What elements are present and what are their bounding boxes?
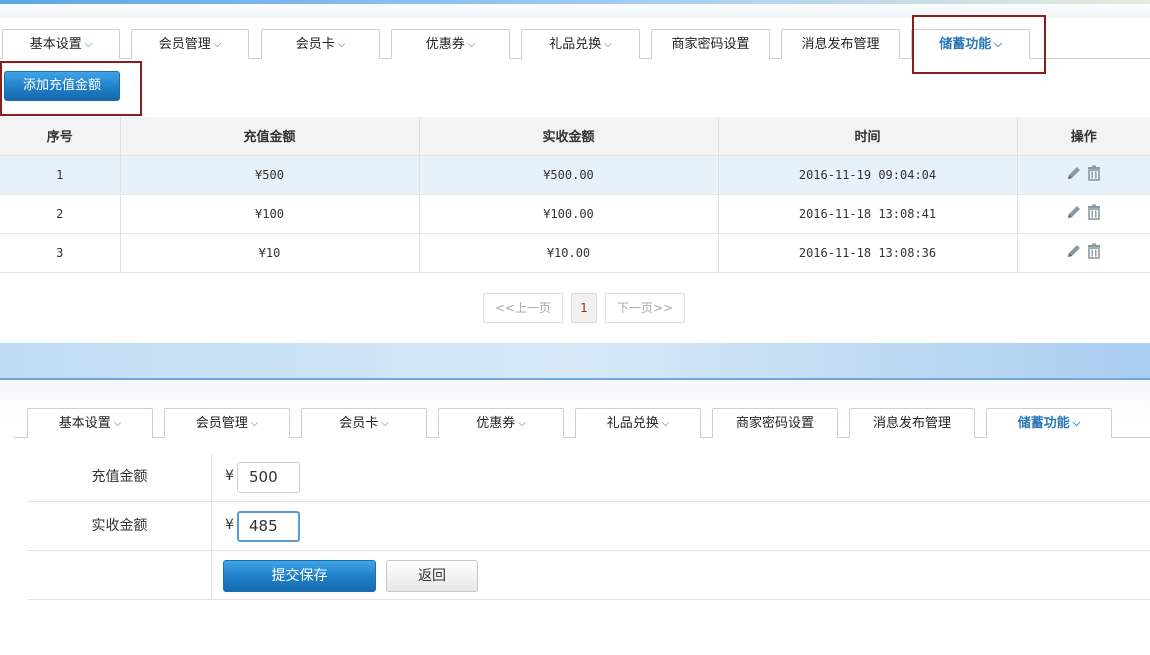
chevron-down-icon: ⌵ [250, 418, 259, 429]
cell-received: ¥500.00 [418, 154, 718, 194]
back-button[interactable]: 返回 [386, 560, 478, 592]
pencil-icon[interactable] [1066, 204, 1082, 220]
tab-message-publish[interactable]: 消息发布管理 [849, 408, 975, 438]
field-label-recharge-amount: 充值金额 [28, 453, 212, 502]
column-header-actions: 操作 [1016, 117, 1150, 155]
chevron-down-icon: ⌵ [1072, 418, 1081, 429]
recharge-list-panel: 基本设置 ⌵ 会员管理 ⌵ 会员卡 ⌵ 优惠券 ⌵ 礼品兑换 ⌵ 商家密码设置 消息发布管… [0, 0, 1150, 343]
tab-gift-exchange[interactable]: 礼品兑换 ⌵ [521, 29, 640, 59]
pager-current-page[interactable]: 1 [571, 293, 597, 323]
column-header-no: 序号 [0, 117, 120, 155]
trash-icon[interactable] [1086, 165, 1102, 181]
form-row-recharge-amount: 充值金额 ¥ 500 [28, 453, 1150, 502]
screenshot-separator [0, 343, 1150, 380]
cell-amount: ¥500 [119, 154, 419, 194]
cell-received: ¥100.00 [418, 193, 718, 233]
cell-no: 1 [0, 154, 120, 194]
chevron-down-icon: ⌵ [994, 39, 1002, 50]
cell-amount: ¥10 [119, 232, 419, 273]
trash-icon[interactable] [1086, 243, 1102, 259]
tab-merchant-password[interactable]: 商家密码设置 [712, 408, 838, 438]
currency-symbol: ¥ [225, 468, 234, 484]
cell-time: 2016-11-19 09:04:04 [717, 154, 1017, 194]
recharge-form: 充值金额 ¥ 500 实收金额 ¥ 485 提交保存 返回 [28, 453, 1150, 600]
received-amount-input[interactable]: 485 [237, 511, 300, 542]
add-recharge-amount-button[interactable]: 添加充值金额 [4, 71, 120, 101]
recharge-form-panel: 基本设置 ⌵ 会员管理 ⌵ 会员卡 ⌵ 优惠券 ⌵ 礼品兑换 ⌵ 商家密码设置 消息发布管… [0, 380, 1150, 655]
tab-savings[interactable]: 储蓄功能 ⌵ [986, 408, 1112, 438]
tab-merchant-password[interactable]: 商家密码设置 [651, 29, 770, 59]
table-row: 3 ¥10 ¥10.00 2016-11-18 13:08:36 [0, 232, 1150, 273]
recharge-table: 序号 充值金额 实收金额 时间 操作 1 ¥500 ¥500.00 2016-1… [0, 117, 1150, 273]
tab-member-card[interactable]: 会员卡 ⌵ [301, 408, 427, 438]
chevron-down-icon: ⌵ [84, 39, 93, 50]
cell-actions [1016, 193, 1150, 233]
tab-coupon[interactable]: 优惠券 ⌵ [438, 408, 564, 438]
tab-gift-exchange[interactable]: 礼品兑换 ⌵ [575, 408, 701, 438]
tab-member-management[interactable]: 会员管理 ⌵ [164, 408, 290, 438]
top-strip [0, 0, 1150, 18]
tab-basic-settings[interactable]: 基本设置 ⌵ [27, 408, 153, 438]
tab-coupon[interactable]: 优惠券 ⌵ [391, 29, 510, 59]
tab-member-card[interactable]: 会员卡 ⌵ [261, 29, 380, 59]
chevron-down-icon: ⌵ [337, 39, 346, 50]
field-label-received-amount: 实收金额 [28, 502, 212, 551]
chevron-down-icon: ⌵ [661, 418, 670, 429]
chevron-down-icon: ⌵ [113, 418, 122, 429]
cell-no: 3 [0, 232, 120, 273]
cell-no: 2 [0, 193, 120, 233]
currency-symbol: ¥ [225, 517, 234, 533]
pencil-icon[interactable] [1066, 165, 1082, 181]
cell-received: ¥10.00 [418, 232, 718, 273]
cell-time: 2016-11-18 13:08:36 [717, 232, 1017, 273]
column-header-amount: 充值金额 [119, 117, 419, 155]
tab-member-management[interactable]: 会员管理 ⌵ [131, 29, 249, 59]
tab-message-publish[interactable]: 消息发布管理 [781, 29, 900, 59]
tab-savings[interactable]: 储蓄功能 ⌵ [911, 29, 1030, 59]
submit-save-button[interactable]: 提交保存 [223, 560, 376, 592]
tab-basic-settings[interactable]: 基本设置 ⌵ [2, 29, 120, 59]
form-row-received-amount: 实收金额 ¥ 485 [28, 502, 1150, 551]
table-row: 2 ¥100 ¥100.00 2016-11-18 13:08:41 [0, 193, 1150, 233]
cell-actions [1016, 154, 1150, 194]
recharge-amount-input[interactable]: 500 [237, 462, 300, 493]
chevron-down-icon: ⌵ [381, 418, 389, 429]
pager-next-button[interactable]: 下一页>> [605, 293, 685, 323]
form-row-actions [28, 551, 1150, 600]
cell-actions [1016, 232, 1150, 273]
cell-time: 2016-11-18 13:08:41 [717, 193, 1017, 233]
cell-amount: ¥100 [119, 193, 419, 233]
trash-icon[interactable] [1086, 204, 1102, 220]
pencil-icon[interactable] [1066, 243, 1082, 259]
chevron-down-icon: ⌵ [467, 39, 476, 50]
chevron-down-icon: ⌵ [604, 39, 612, 50]
table-row: 1 ¥500 ¥500.00 2016-11-19 09:04:04 [0, 154, 1150, 194]
pager-prev-button[interactable]: <<上一页 [483, 293, 563, 323]
chevron-down-icon: ⌵ [518, 418, 526, 429]
table-header-row: 序号 充值金额 实收金额 时间 操作 [0, 117, 1150, 155]
column-header-time: 时间 [717, 117, 1017, 155]
chevron-down-icon: ⌵ [213, 39, 222, 50]
column-header-received: 实收金额 [418, 117, 718, 155]
tab-bar: 基本设置 ⌵ 会员管理 ⌵ 会员卡 ⌵ 优惠券 ⌵ 礼品兑换 ⌵ 商家密码设置 消息发布管… [14, 408, 1150, 438]
tab-bar: 基本设置 ⌵ 会员管理 ⌵ 会员卡 ⌵ 优惠券 ⌵ 礼品兑换 ⌵ 商家密码设置 消息发布管… [0, 29, 1150, 59]
